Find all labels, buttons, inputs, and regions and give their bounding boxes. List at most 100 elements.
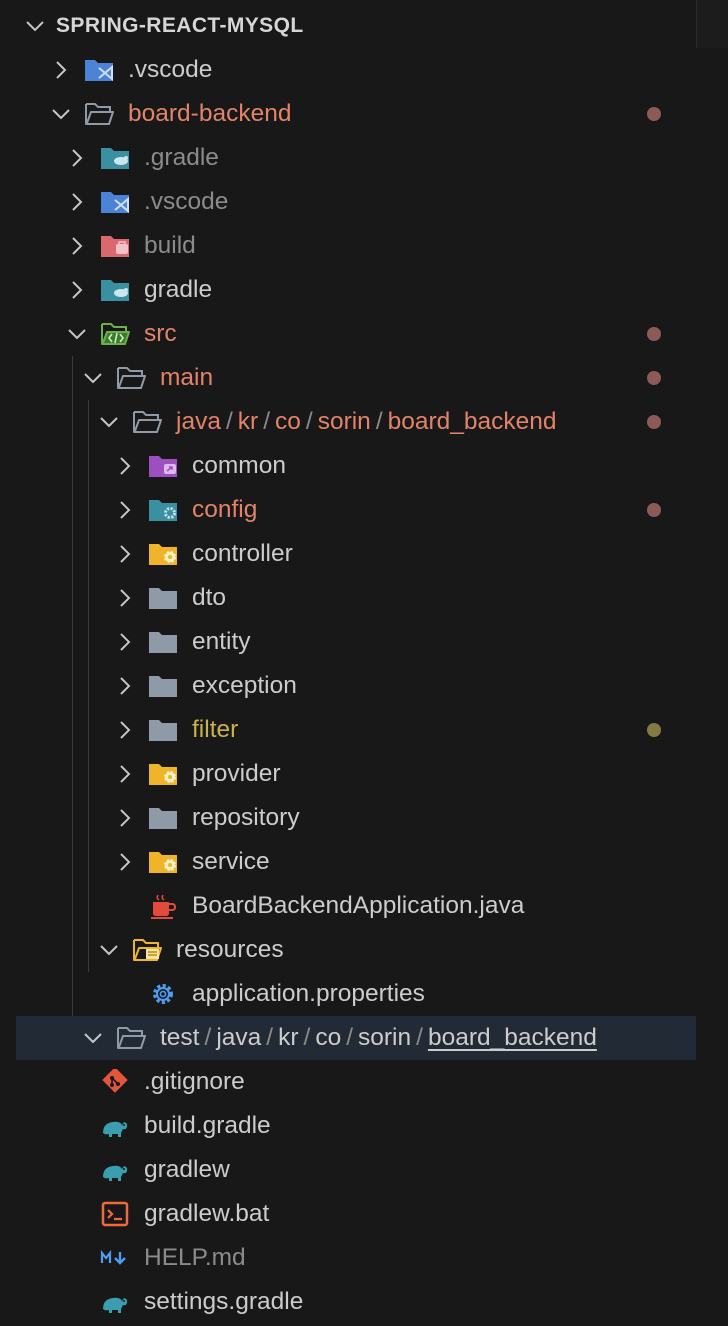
tree-item-settings-gradle[interactable]: settings.gradle xyxy=(16,1280,696,1324)
folder-icon xyxy=(148,717,178,743)
markdown-file-icon xyxy=(100,1245,130,1271)
tree-item-label: exception xyxy=(192,672,297,699)
tree-item-label: build xyxy=(144,232,196,259)
tree-item-label: gradlew.bat xyxy=(144,1200,270,1227)
tree-item-application-properties[interactable]: application.properties xyxy=(16,972,696,1016)
tree-item-gitignore[interactable]: .gitignore xyxy=(16,1060,696,1104)
tree-item-label: filter xyxy=(192,716,239,743)
tree-item-config[interactable]: config xyxy=(16,488,696,532)
tree-item-service[interactable]: service xyxy=(16,840,696,884)
modified-dot-icon xyxy=(647,415,661,429)
chevron-right-icon xyxy=(50,59,72,81)
tree-item-gradlew-bat[interactable]: gradlew.bat xyxy=(16,1192,696,1236)
tree-item-label: application.properties xyxy=(192,980,425,1007)
chevron-right-icon xyxy=(114,631,136,653)
tree-item-help-md[interactable]: HELP.md xyxy=(16,1236,696,1280)
path-segment[interactable]: sorin xyxy=(358,1024,411,1051)
chevron-down-icon xyxy=(50,103,72,125)
tree-item-dto[interactable]: dto xyxy=(16,576,696,620)
path-separator: / xyxy=(225,408,233,435)
vscode-folder-icon xyxy=(84,57,114,83)
folder-icon xyxy=(148,673,178,699)
modified-dot-icon xyxy=(647,503,661,517)
tree-item-resources[interactable]: resources xyxy=(16,928,696,972)
chevron-right-icon xyxy=(114,455,136,477)
path-segment[interactable]: co xyxy=(275,408,301,435)
chevron-right-icon xyxy=(114,499,136,521)
chevron-down-icon xyxy=(82,367,104,389)
path-segment[interactable]: java xyxy=(216,1024,261,1051)
modified-dot-icon xyxy=(647,107,661,121)
tree-item-label: build.gradle xyxy=(144,1112,271,1139)
tree-item-java-package[interactable]: java / kr / co / sorin / board_backend xyxy=(16,400,696,444)
tree-item-board-backend[interactable]: board-backend xyxy=(16,92,696,136)
tree-item-entity[interactable]: entity xyxy=(16,620,696,664)
tree-item-exception[interactable]: exception xyxy=(16,664,696,708)
tree-item-gradlew[interactable]: gradlew xyxy=(16,1148,696,1192)
tree-item-common[interactable]: common xyxy=(16,444,696,488)
chevron-right-icon xyxy=(114,719,136,741)
gear-file-icon xyxy=(148,981,178,1007)
path-segment[interactable]: co xyxy=(315,1024,341,1051)
tree-item-label: src xyxy=(144,320,177,347)
scrollbar[interactable] xyxy=(696,0,728,48)
tree-item-controller[interactable]: controller xyxy=(16,532,696,576)
chevron-right-icon xyxy=(114,675,136,697)
tree-item-filter[interactable]: filter xyxy=(16,708,696,752)
chevron-right-icon xyxy=(66,235,88,257)
tree-item-label: common xyxy=(192,452,286,479)
tree-item-repository[interactable]: repository xyxy=(16,796,696,840)
tree-item-build[interactable]: build xyxy=(16,224,696,268)
tree-item-test-package[interactable]: test / java / kr / co / sorin / board_backend xyxy=(16,1016,696,1060)
tree-item-vscode[interactable]: .vscode xyxy=(16,48,696,92)
path-segment[interactable]: test xyxy=(160,1024,200,1051)
path-segment[interactable]: java xyxy=(176,408,221,435)
compact-path: java / kr / co / sorin / board_backend xyxy=(176,400,557,444)
controller-folder-icon xyxy=(148,541,178,567)
vscode-folder-icon xyxy=(100,189,130,215)
folder-open-icon xyxy=(116,365,146,391)
path-separator: / xyxy=(204,1024,212,1051)
tree-item-gradle-cache[interactable]: .gradle xyxy=(16,136,696,180)
tree-item-label: .vscode xyxy=(128,56,213,83)
compact-path: test / java / kr / co / sorin / board_backend xyxy=(160,1016,597,1060)
chevron-right-icon xyxy=(66,191,88,213)
explorer-root-header[interactable]: SPRING-REACT-MYSQL xyxy=(16,4,696,48)
tree-item-label: dto xyxy=(192,584,227,611)
java-file-icon xyxy=(148,893,178,919)
chevron-down-icon xyxy=(66,323,88,345)
path-segment[interactable]: kr xyxy=(238,408,258,435)
path-separator: / xyxy=(346,1024,354,1051)
folder-open-icon xyxy=(116,1025,146,1051)
path-separator: / xyxy=(416,1024,423,1051)
tree-item-board-backend-application[interactable]: BoardBackendApplication.java xyxy=(16,884,696,928)
path-segment[interactable]: board_backend xyxy=(388,408,557,435)
tree-item-provider[interactable]: provider xyxy=(16,752,696,796)
config-folder-icon xyxy=(148,497,178,523)
gradle-file-icon xyxy=(100,1289,130,1315)
tree-item-build-gradle[interactable]: build.gradle xyxy=(16,1104,696,1148)
chevron-right-icon xyxy=(114,763,136,785)
tree-item-src[interactable]: src xyxy=(16,312,696,356)
src-folder-icon xyxy=(100,321,130,347)
tree-item-label: HELP.md xyxy=(144,1244,246,1271)
tree-item-vscode-nested[interactable]: .vscode xyxy=(16,180,696,224)
chevron-down-icon xyxy=(98,939,120,961)
chevron-right-icon xyxy=(114,851,136,873)
path-separator: / xyxy=(375,408,383,435)
tree-item-main[interactable]: main xyxy=(16,356,696,400)
resources-folder-icon xyxy=(132,937,162,963)
chevron-down-icon xyxy=(24,15,46,37)
tree-item-label: board-backend xyxy=(128,100,292,127)
tree-item-gradle[interactable]: gradle xyxy=(16,268,696,312)
chevron-down-icon xyxy=(98,411,120,433)
tree-item-label: main xyxy=(160,364,214,391)
path-segment[interactable]: sorin xyxy=(318,408,371,435)
tree-item-label: .gitignore xyxy=(144,1068,245,1095)
chevron-down-icon xyxy=(82,1027,104,1049)
tree-item-label: .gradle xyxy=(144,144,219,171)
chevron-right-icon xyxy=(66,279,88,301)
tree-item-label: resources xyxy=(176,936,284,963)
path-segment[interactable]: kr xyxy=(278,1024,298,1051)
path-segment-active[interactable]: board_backend xyxy=(428,1024,597,1051)
